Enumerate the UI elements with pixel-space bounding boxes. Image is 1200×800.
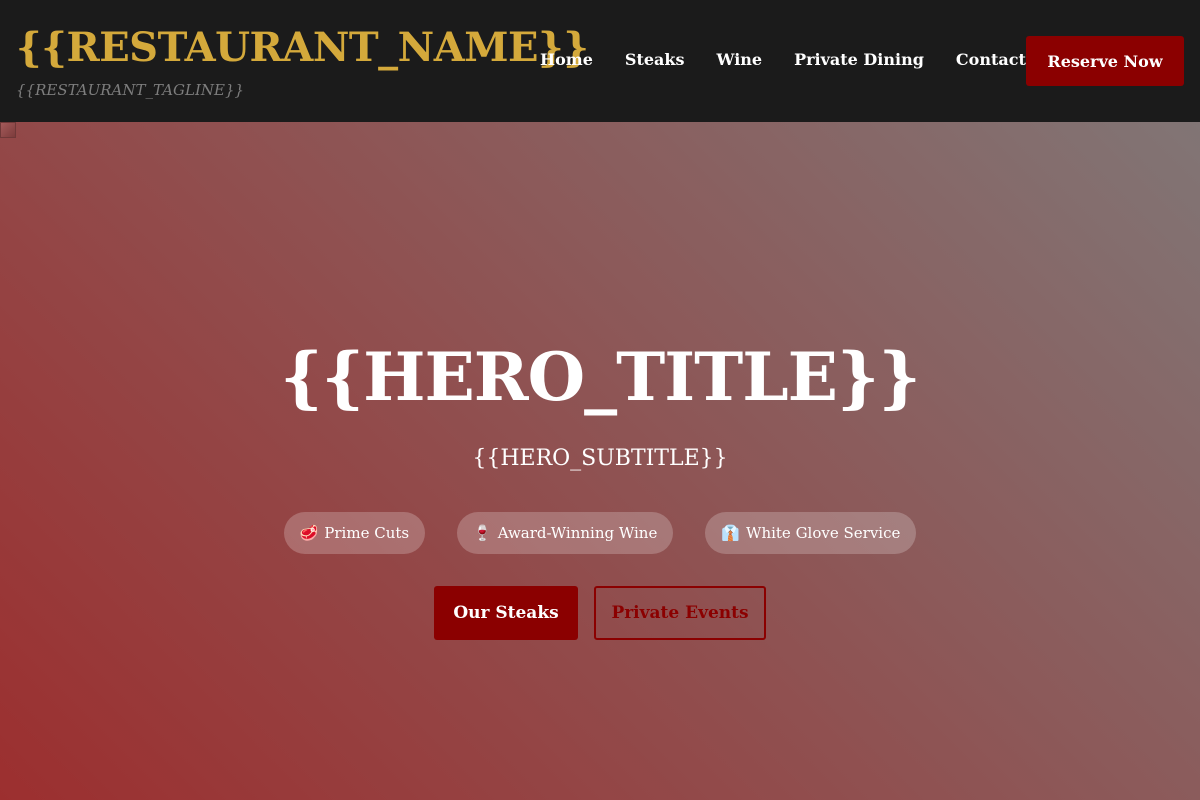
main-nav: Home Steaks Wine Private Dining Contact [524,46,1042,74]
nav-link-home[interactable]: Home [524,46,609,74]
nav-link-steaks[interactable]: Steaks [609,46,701,74]
restaurant-name[interactable]: {{RESTAURANT_NAME}} [16,22,589,74]
site-header: {{RESTAURANT_NAME}} {{RESTAURANT_TAGLINE… [0,0,1200,122]
badge-label: White Glove Service [746,524,901,542]
hero-title: {{HERO_TITLE}} [280,338,921,416]
hero-cta-row: Our Steaks Private Events [0,586,1200,640]
brand: {{RESTAURANT_NAME}} {{RESTAURANT_TAGLINE… [16,22,589,100]
reserve-now-button[interactable]: Reserve Now [1026,36,1184,86]
our-steaks-button[interactable]: Our Steaks [434,586,578,640]
shirt-tie-icon: 👔 [721,523,741,542]
wine-glass-icon: 🍷 [473,523,492,542]
private-events-button[interactable]: Private Events [594,586,766,640]
badge-prime-cuts: 🥩 Prime Cuts [283,512,426,554]
hero-section: {{HERO_TITLE}} {{HERO_SUBTITLE}} 🥩 Prime… [0,122,1200,800]
broken-image-icon [0,122,16,138]
badge-label: Prime Cuts [324,524,410,542]
nav-link-private-dining[interactable]: Private Dining [778,46,940,74]
feature-badges: 🥩 Prime Cuts 🍷 Award-Winning Wine 👔 Whit… [0,512,1200,554]
badge-white-glove-service: 👔 White Glove Service [705,512,917,554]
badge-award-winning-wine: 🍷 Award-Winning Wine [457,512,674,554]
steak-icon: 🥩 [299,523,319,542]
restaurant-tagline: {{RESTAURANT_TAGLINE}} [16,81,245,99]
badge-label: Award-Winning Wine [497,524,658,542]
nav-link-wine[interactable]: Wine [701,46,779,74]
hero-subtitle: {{HERO_SUBTITLE}} [472,446,728,471]
